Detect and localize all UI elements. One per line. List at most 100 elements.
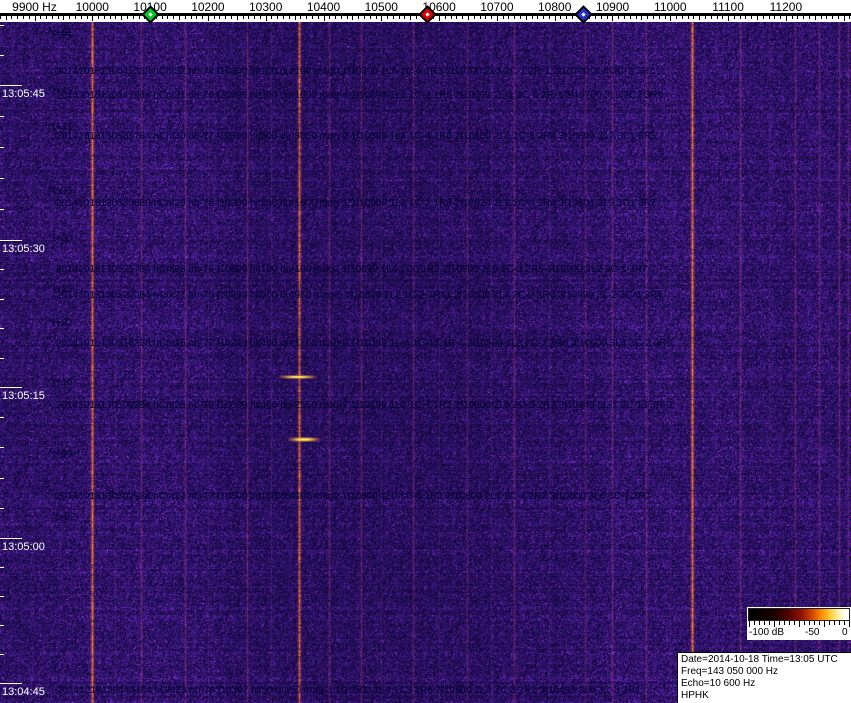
- freq-tick: [196, 16, 197, 19]
- red-diamond-center-dot: [425, 12, 429, 16]
- freq-tick: [266, 16, 267, 21]
- freq-tick: [208, 16, 209, 21]
- freq-tick: [508, 16, 509, 19]
- info-line-echo: Echo=10 600 Hz: [681, 678, 851, 690]
- time-minor-tick: [0, 625, 4, 626]
- freq-tick: [17, 16, 18, 19]
- colorbar-tick: [819, 621, 820, 625]
- colorbar-tick: [799, 621, 800, 627]
- time-minor-tick: [0, 328, 4, 329]
- colorbar-tick: [764, 621, 765, 625]
- freq-tick: [636, 16, 637, 19]
- time-label: 13:05:30: [2, 243, 45, 255]
- freq-tick: [393, 16, 394, 19]
- freq-tick: [497, 16, 498, 21]
- freq-label: 10200: [191, 0, 224, 14]
- freq-tick: [295, 16, 296, 20]
- freq-tick: [191, 16, 192, 19]
- colorbar-tick: [759, 621, 760, 625]
- freq-tick: [728, 16, 729, 21]
- colorbar-gradient: [748, 608, 850, 621]
- freq-tick: [271, 16, 272, 19]
- detection-log-line: 20141018130443484 hCnt23 nb-78 f10367 hi…: [57, 685, 641, 696]
- detection-log-line: 20141018130545388 hCnt32 nb-78 f10800 hi…: [56, 66, 654, 77]
- freq-tick: [537, 16, 538, 19]
- freq-tick: [289, 16, 290, 19]
- freq-tick: [630, 16, 631, 19]
- time-minor-tick: [0, 417, 4, 418]
- freq-tick: [717, 16, 718, 19]
- freq-tick: [844, 16, 845, 21]
- freq-tick: [214, 16, 215, 19]
- freq-tick: [404, 16, 405, 19]
- time-offset-marker: ^t+30: [48, 233, 72, 244]
- freq-tick: [763, 16, 764, 19]
- freq-tick: [81, 16, 82, 19]
- freq-tick: [641, 16, 642, 20]
- blue-diamond-center-dot: [581, 12, 585, 16]
- detection-log-line: 20141018130509284 hCnt25 nb-79 f10800 hi…: [56, 400, 672, 411]
- colorbar-tick: [804, 621, 805, 625]
- freq-tick: [849, 16, 850, 19]
- freq-tick: [676, 16, 677, 19]
- freq-tick: [69, 16, 70, 19]
- freq-tick: [682, 16, 683, 19]
- time-label: 13:04:45: [2, 686, 45, 698]
- freq-tick: [491, 16, 492, 19]
- time-minor-tick: [0, 358, 4, 359]
- freq-label: 11000: [654, 0, 686, 14]
- freq-tick: [358, 16, 359, 19]
- freq-tick: [774, 16, 775, 19]
- freq-tick: [381, 16, 382, 21]
- freq-tick: [29, 16, 30, 19]
- freq-tick: [6, 16, 7, 20]
- status-info-box: Date=2014-10-18 Time=13:05 UTC Freq=143 …: [677, 652, 851, 703]
- freq-tick: [35, 16, 36, 21]
- colorbar-tick: [829, 621, 830, 625]
- freq-tick: [647, 16, 648, 19]
- freq-tick: [237, 16, 238, 20]
- time-major-tick: [0, 85, 22, 86]
- colorbar-tick: [789, 621, 790, 625]
- time-minor-tick: [0, 147, 4, 148]
- colorbar-tick: [839, 621, 840, 625]
- freq-tick: [705, 16, 706, 19]
- time-label: 13:05:45: [2, 88, 45, 100]
- time-offset-marker: ^t+09: [48, 449, 72, 460]
- detection-log-line: 20141018130525784 hCnt28 nb-76 f10899 hi…: [56, 264, 648, 275]
- freq-tick: [133, 16, 134, 19]
- freq-tick: [23, 16, 24, 19]
- detection-log-line: 20141018130541984 hCnt31 nb-76 f10898 hi…: [56, 90, 663, 101]
- freq-tick: [248, 16, 249, 19]
- freq-tick: [179, 16, 180, 20]
- freq-tick: [399, 16, 400, 19]
- freq-tick: [451, 16, 452, 19]
- info-line-station: HPHK: [681, 690, 851, 702]
- freq-label: 11200: [770, 0, 802, 14]
- time-minor-tick: [0, 508, 4, 509]
- freq-tick: [410, 16, 411, 20]
- freq-tick: [543, 16, 544, 19]
- time-major-tick: [0, 387, 22, 388]
- spectrogram-app-window: 9900 Hz100001010010200103001040010500106…: [0, 0, 851, 703]
- freq-tick: [711, 16, 712, 19]
- freq-tick: [92, 16, 93, 21]
- freq-tick: [514, 16, 515, 19]
- time-minor-tick: [0, 25, 4, 26]
- freq-tick: [416, 16, 417, 19]
- detection-log-line: 20141018130530688 hCnt29 nb-76 f10900 hi…: [56, 198, 656, 209]
- freq-tick: [803, 16, 804, 19]
- freq-tick: [468, 16, 469, 20]
- freq-tick: [653, 16, 654, 19]
- freq-tick: [832, 16, 833, 19]
- freq-tick: [612, 16, 613, 21]
- freq-tick: [231, 16, 232, 19]
- time-minor-tick: [0, 596, 4, 597]
- colorbar-tick: [769, 621, 770, 625]
- time-minor-tick: [0, 299, 4, 300]
- freq-label: 9900 Hz: [12, 0, 57, 14]
- freq-tick: [601, 16, 602, 19]
- freq-tick: [780, 16, 781, 19]
- green-diamond-center-dot: [148, 12, 152, 16]
- time-minor-tick: [0, 178, 4, 179]
